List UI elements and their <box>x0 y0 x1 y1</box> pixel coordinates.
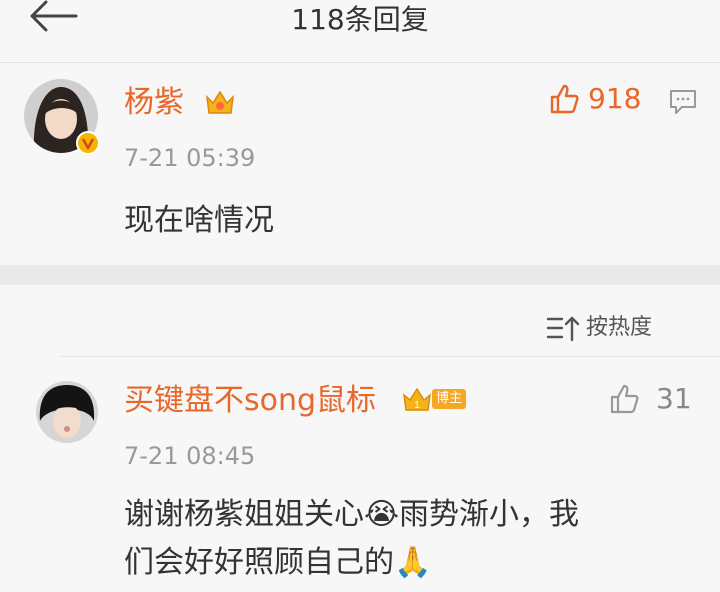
crown-icon: 1 <box>403 387 431 411</box>
sort-icon <box>546 316 580 342</box>
like-button[interactable]: 918 <box>548 79 648 119</box>
sort-label: 按热度 <box>586 315 653 340</box>
reply-comment-icon[interactable] <box>668 87 698 117</box>
like-count: 918 <box>588 82 642 115</box>
author-name[interactable]: 杨紫 <box>124 83 184 123</box>
page-title: 118条回复 <box>291 3 429 36</box>
comment-time: 7-21 05:39 <box>124 144 256 172</box>
replies-list: 按热度 买键盘不song鼠标 1 博主 31 7-21 08:45 谢谢杨紫姐姐… <box>0 285 720 592</box>
reply-like-button[interactable]: 31 <box>608 381 698 421</box>
reply-time: 7-21 08:45 <box>124 442 256 470</box>
verified-badge-icon <box>76 131 100 155</box>
reply-text-line-2: 们会好好照顾自己的🙏 <box>124 545 432 580</box>
section-separator <box>0 265 720 285</box>
crown-icon <box>205 90 235 114</box>
reply-text-line-1: 谢谢杨紫姐姐关心😭雨势渐小，我 <box>124 497 580 532</box>
thumbs-up-icon <box>610 384 639 414</box>
top-bar: 118条回复 <box>0 0 720 63</box>
reply-author-avatar[interactable] <box>36 381 98 443</box>
reply-author-name[interactable]: 买键盘不song鼠标 <box>124 381 376 421</box>
sort-by-hot-button[interactable]: 按热度 <box>546 313 666 345</box>
blogger-badge: 博主 <box>432 389 467 409</box>
svg-text:1: 1 <box>414 400 420 411</box>
thumbs-up-icon <box>550 84 579 114</box>
author-avatar[interactable] <box>24 79 100 155</box>
comment-text: 现在啥情况 <box>124 203 274 238</box>
main-comment: 杨紫 7-21 05:39 现在啥情况 918 <box>0 63 720 265</box>
reply-like-count: 31 <box>656 382 692 415</box>
reply-item: 买键盘不song鼠标 1 博主 31 7-21 08:45 谢谢杨紫姐姐关心😭雨… <box>0 357 720 592</box>
